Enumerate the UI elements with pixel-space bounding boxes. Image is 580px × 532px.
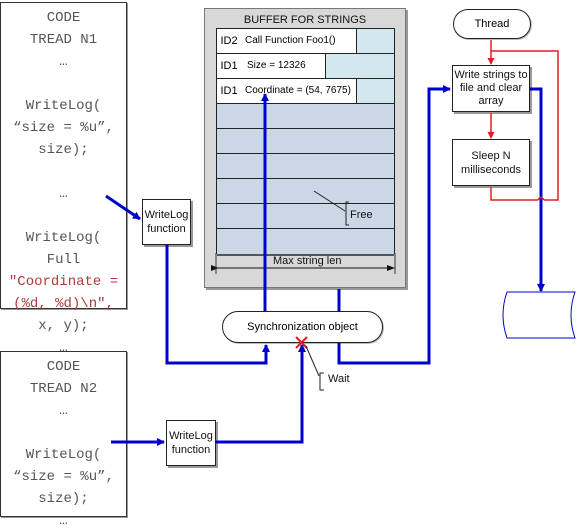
write-step-to-logfile-arrow xyxy=(530,87,545,292)
log-file-shape xyxy=(502,291,576,339)
free-callout-line xyxy=(313,190,346,212)
free-callout-bracket xyxy=(345,201,349,226)
wait-callout-bracket xyxy=(319,372,324,391)
connectors xyxy=(105,40,576,446)
sync-to-write-step-arrow xyxy=(337,85,451,365)
thread1-to-writelog-arrow xyxy=(105,194,141,221)
writelog2-to-sync-arrow xyxy=(216,344,306,444)
wait-callout-line xyxy=(305,345,320,377)
sleep-loop-back-line xyxy=(490,50,559,201)
